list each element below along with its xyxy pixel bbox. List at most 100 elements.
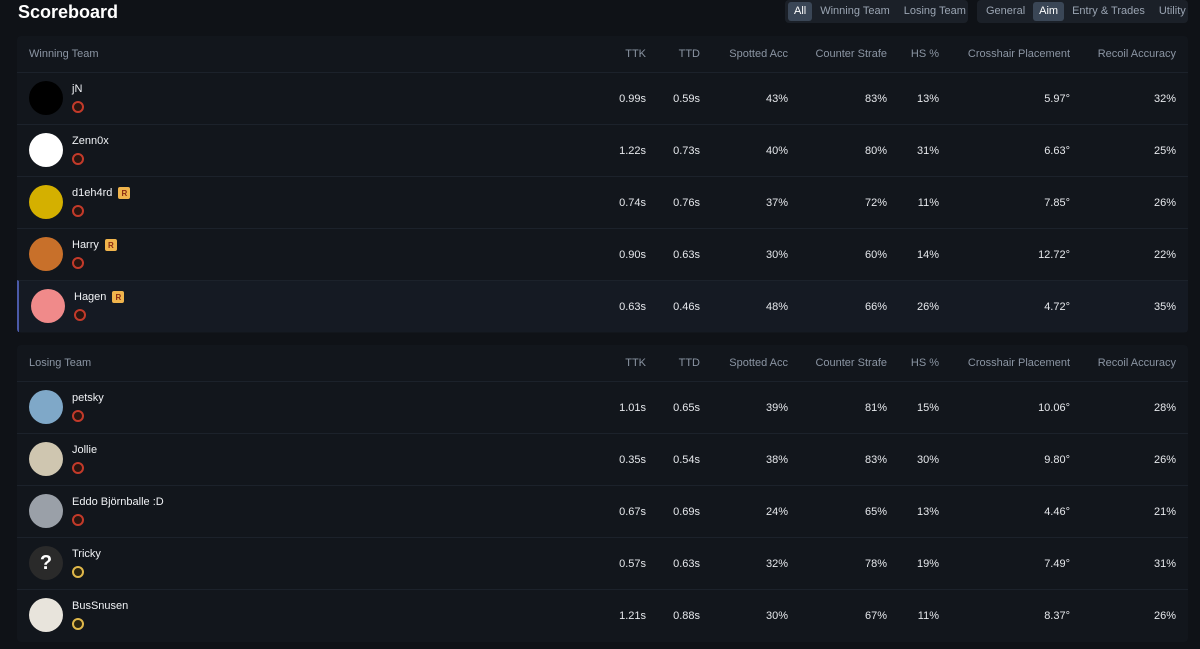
player-row[interactable]: Harry R 0.90s 0.63s 30% 60% 14% 12.72° 22% [17, 228, 1188, 280]
stat-value: 0.69s [673, 505, 700, 518]
player-name[interactable]: Jollie [72, 444, 97, 456]
rank-icon [72, 462, 84, 474]
stat-value: 0.74s [619, 196, 646, 209]
avatar[interactable] [29, 133, 63, 167]
stat-value: 13% [916, 92, 939, 105]
stat-value: 0.63s [673, 248, 700, 261]
stat-value: 0.59s [673, 92, 700, 105]
column-header[interactable]: Recoil Accuracy [1098, 345, 1176, 381]
player-name[interactable]: BusSnusen [72, 600, 128, 612]
player-row[interactable]: Zenn0x 1.22s 0.73s 40% 80% 31% 6.63° 25% [17, 124, 1188, 176]
stat-value: 0.67s [619, 505, 646, 518]
column-header[interactable]: Recoil Accuracy [1098, 36, 1176, 72]
team-filter: All Winning Team Losing Team [785, 0, 968, 23]
avatar[interactable] [29, 185, 63, 219]
player-name-text: Tricky [72, 548, 101, 560]
stat-value: 39% [765, 401, 788, 414]
player-row[interactable]: jN 0.99s 0.59s 43% 83% 13% 5.97° 32% [17, 72, 1188, 124]
player-row[interactable]: d1eh4rd R 0.74s 0.76s 37% 72% 11% 7.85° 26% [17, 176, 1188, 228]
avatar[interactable] [29, 390, 63, 424]
player-name[interactable]: Eddo Björnballe :D [72, 496, 164, 508]
rank-icon [74, 309, 86, 321]
player-name[interactable]: Tricky [72, 548, 101, 560]
stat-value: 1.22s [619, 144, 646, 157]
player-name-text: petsky [72, 392, 104, 404]
stat-value: 0.65s [673, 401, 700, 414]
stat-value: 1.01s [619, 401, 646, 414]
stat-value: 0.73s [673, 144, 700, 157]
player-name[interactable]: Harry R [72, 239, 117, 251]
column-header[interactable]: TTK [625, 345, 646, 381]
column-header[interactable]: Crosshair Placement [968, 36, 1070, 72]
stat-value: 80% [864, 144, 887, 157]
rank-icon [72, 410, 84, 422]
column-header[interactable]: TTD [679, 36, 700, 72]
stat-value: 26% [1153, 453, 1176, 466]
avatar[interactable] [29, 598, 63, 632]
stat-value: 19% [916, 557, 939, 570]
stat-value: 72% [864, 196, 887, 209]
stat-value: 1.21s [619, 609, 646, 622]
stat-value: 6.63° [1044, 144, 1070, 157]
filter-entry-trades-button[interactable]: Entry & Trades [1066, 2, 1151, 21]
player-name-text: Harry [72, 239, 99, 251]
avatar[interactable] [31, 289, 65, 323]
stat-value: 32% [1153, 92, 1176, 105]
filter-general-button[interactable]: General [980, 2, 1031, 21]
column-header[interactable]: TTD [679, 345, 700, 381]
stat-value: 0.99s [619, 92, 646, 105]
premier-badge-icon: R [118, 187, 131, 199]
stat-value: 0.46s [673, 300, 700, 313]
player-name[interactable]: Zenn0x [72, 135, 109, 147]
stat-value: 40% [765, 144, 788, 157]
stat-value: 26% [916, 300, 939, 313]
stat-value: 35% [1153, 300, 1176, 313]
stat-value: 13% [916, 505, 939, 518]
stat-value: 26% [1153, 196, 1176, 209]
player-row[interactable]: Jollie 0.35s 0.54s 38% 83% 30% 9.80° 26% [17, 433, 1188, 485]
winning-team-panel: Winning Team TTK TTD Spotted Acc Counter Str… [17, 36, 1188, 333]
column-header[interactable]: Counter Strafe [815, 345, 887, 381]
stat-value: 4.46° [1044, 505, 1070, 518]
rank-icon [72, 618, 84, 630]
column-header[interactable]: TTK [625, 36, 646, 72]
column-header[interactable]: Counter Strafe [815, 36, 887, 72]
avatar[interactable] [29, 442, 63, 476]
stat-value: 25% [1153, 144, 1176, 157]
player-name[interactable]: Hagen R [74, 291, 125, 303]
avatar[interactable] [29, 494, 63, 528]
filter-all-button[interactable]: All [788, 2, 813, 21]
stat-value: 65% [864, 505, 887, 518]
filter-losing-team-button[interactable]: Losing Team [898, 2, 972, 21]
table-header: Winning Team TTK TTD Spotted Acc Counter Str… [17, 36, 1188, 72]
column-header[interactable]: Spotted Acc [729, 345, 788, 381]
stat-value: 31% [1153, 557, 1176, 570]
stat-value: 0.54s [673, 453, 700, 466]
stat-value: 83% [864, 92, 887, 105]
column-header[interactable]: Spotted Acc [729, 36, 788, 72]
filter-winning-team-button[interactable]: Winning Team [814, 2, 896, 21]
avatar[interactable] [29, 81, 63, 115]
stat-value: 37% [765, 196, 788, 209]
player-row[interactable]: BusSnusen 1.21s 0.88s 30% 67% 11% 8.37° 26% [17, 589, 1188, 641]
rank-icon [72, 153, 84, 165]
column-header[interactable]: HS % [911, 345, 939, 381]
avatar[interactable] [29, 237, 63, 271]
stat-value: 31% [916, 144, 939, 157]
avatar[interactable]: ? [29, 546, 63, 580]
player-name[interactable]: jN [72, 83, 82, 95]
losing-team-panel: Losing Team TTK TTD Spotted Acc Counter Stra… [17, 345, 1188, 642]
filter-utility-button[interactable]: Utility [1153, 2, 1192, 21]
column-header[interactable]: HS % [911, 36, 939, 72]
stat-value: 78% [864, 557, 887, 570]
player-row[interactable]: petsky 1.01s 0.65s 39% 81% 15% 10.06° 28% [17, 381, 1188, 433]
player-row[interactable]: ? Tricky 0.57s 0.63s 32% 78% 19% 7.49° 31% [17, 537, 1188, 589]
filter-aim-button[interactable]: Aim [1033, 2, 1065, 21]
player-name[interactable]: petsky [72, 392, 104, 404]
column-header[interactable]: Crosshair Placement [968, 345, 1070, 381]
stat-value: 43% [765, 92, 788, 105]
player-row[interactable]: Eddo Björnballe :D 0.67s 0.69s 24% 65% 13% 4.4… [17, 485, 1188, 537]
player-row[interactable]: Hagen R 0.63s 0.46s 48% 66% 26% 4.72° 35% [17, 280, 1188, 332]
player-name[interactable]: d1eh4rd R [72, 187, 131, 199]
rank-icon [72, 101, 84, 113]
